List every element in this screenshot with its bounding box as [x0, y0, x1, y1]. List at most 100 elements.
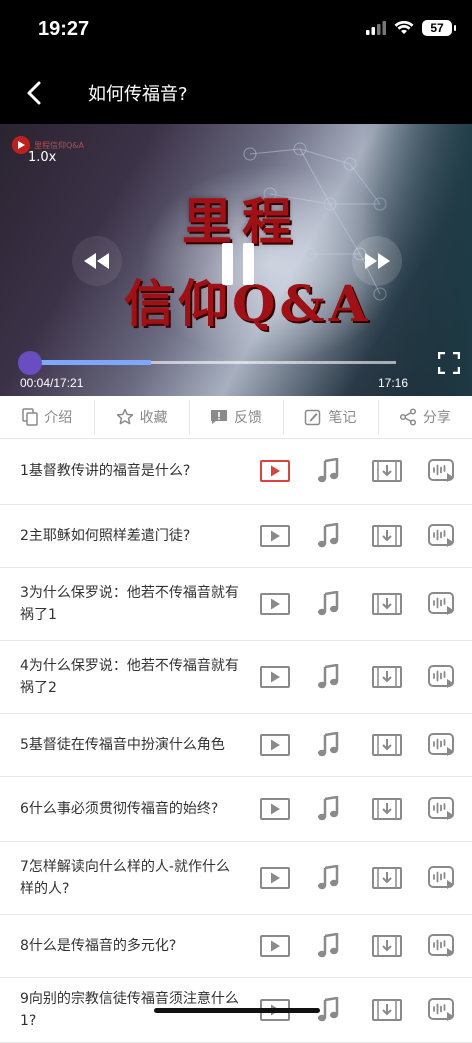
audio-player-icon[interactable]: [428, 663, 472, 691]
episode-title: 6什么事必须贯彻传福音的始终?: [20, 801, 219, 817]
audio-player-icon[interactable]: [428, 795, 472, 823]
list-item[interactable]: 1基督教传讲的福音是什么?: [0, 438, 472, 505]
episode-actions: [260, 590, 472, 618]
home-indicator: [154, 1008, 320, 1013]
list-item[interactable]: 2主耶稣如何照样差遣门徒?: [0, 505, 472, 568]
logo-text: 里程信仰Q&A: [34, 140, 85, 150]
download-icon[interactable]: [372, 932, 428, 960]
pause-button[interactable]: [208, 234, 268, 294]
audio-player-icon[interactable]: [428, 996, 472, 1024]
audio-music-icon[interactable]: [316, 864, 372, 892]
current-time: 00:04/17:21: [20, 376, 84, 390]
audio-music-icon[interactable]: [316, 996, 372, 1024]
progress-fill: [30, 360, 151, 365]
rewind-icon: [84, 253, 109, 269]
download-icon[interactable]: [372, 996, 428, 1024]
battery-icon: 57: [422, 20, 456, 36]
page-title: 如何传福音?: [88, 84, 188, 105]
audio-music-icon[interactable]: [316, 731, 372, 759]
rewind-button[interactable]: [72, 236, 122, 286]
audio-music-icon[interactable]: [316, 522, 372, 550]
list-item[interactable]: 3为什么保罗说：他若不传福音就有祸了1: [0, 568, 472, 641]
audio-player-icon[interactable]: [428, 932, 472, 960]
tab-feedback[interactable]: 反馈: [188, 396, 283, 438]
audio-music-icon[interactable]: [316, 795, 372, 823]
feedback-icon: [211, 410, 228, 424]
download-icon[interactable]: [372, 795, 428, 823]
episode-title: 8什么是传福音的多元化?: [20, 938, 177, 954]
progress-handle[interactable]: [18, 351, 42, 375]
episode-actions: [260, 522, 472, 550]
download-icon[interactable]: [372, 590, 428, 618]
episode-title: 2主耶稣如何照样差遣门徒?: [20, 528, 191, 544]
wifi-icon: [394, 21, 414, 34]
episode-actions: [260, 663, 472, 691]
video-player[interactable]: 里程信仰Q&A 1.0x 里程 信仰Q&A 00:04/17:21 17:16: [0, 124, 472, 396]
status-icons: 57: [366, 20, 456, 36]
episode-title: 4为什么保罗说：他若不传福音就有祸了2: [20, 658, 239, 696]
episode-actions: [260, 864, 472, 892]
signal-icon: [366, 21, 386, 35]
tab-share-label: 分享: [422, 410, 451, 426]
play-video-icon[interactable]: [260, 522, 316, 550]
list-item[interactable]: 6什么事必须贯彻传福音的始终?: [0, 777, 472, 842]
back-icon[interactable]: [20, 78, 50, 108]
list-item[interactable]: 7怎样解读向什么样的人-就作什么样的人?: [0, 842, 472, 915]
play-video-icon[interactable]: [260, 663, 316, 691]
star-icon: [116, 408, 133, 425]
audio-music-icon[interactable]: [316, 663, 372, 691]
play-video-icon[interactable]: [260, 731, 316, 759]
episode-actions: [260, 795, 472, 823]
note-icon: [305, 409, 321, 426]
play-video-icon[interactable]: [260, 795, 316, 823]
tab-feedback-label: 反馈: [234, 410, 263, 426]
tab-notes[interactable]: 笔记: [283, 396, 377, 438]
play-video-icon[interactable]: [260, 590, 316, 618]
audio-player-icon[interactable]: [428, 590, 472, 618]
fullscreen-icon[interactable]: [438, 352, 460, 374]
end-time: 17:16: [378, 376, 409, 390]
play-video-icon[interactable]: [260, 457, 316, 485]
download-icon[interactable]: [372, 731, 428, 759]
tab-intro[interactable]: 介绍: [0, 396, 94, 438]
copy-icon: [22, 408, 38, 426]
audio-player-icon[interactable]: [428, 864, 472, 892]
download-icon[interactable]: [372, 457, 428, 485]
pause-icon: [222, 243, 254, 285]
share-icon: [399, 408, 416, 426]
battery-level: 57: [430, 21, 444, 35]
forward-button[interactable]: [352, 236, 402, 286]
forward-icon: [365, 253, 390, 269]
download-icon[interactable]: [372, 663, 428, 691]
audio-player-icon[interactable]: [428, 522, 472, 550]
tab-favorite[interactable]: 收藏: [94, 396, 188, 438]
episode-actions: [260, 457, 472, 485]
episode-list: 1基督教传讲的福音是什么? 2主耶稣如何照样差遣门徒? 3为什么保罗说：他若不传福音…: [0, 438, 472, 1043]
download-icon[interactable]: [372, 522, 428, 550]
episode-title: 5基督徒在传福音中扮演什么角色: [20, 737, 225, 753]
audio-music-icon[interactable]: [316, 457, 372, 485]
list-item[interactable]: 8什么是传福音的多元化?: [0, 915, 472, 978]
audio-player-icon[interactable]: [428, 731, 472, 759]
tab-intro-label: 介绍: [44, 410, 73, 426]
action-tabs: 介绍 收藏 反馈 笔记 分享: [0, 396, 472, 439]
list-item[interactable]: 5基督徒在传福音中扮演什么角色: [0, 714, 472, 777]
tab-favorite-label: 收藏: [139, 410, 168, 426]
audio-music-icon[interactable]: [316, 590, 372, 618]
status-bar: 19:27 57: [0, 0, 472, 62]
download-icon[interactable]: [372, 864, 428, 892]
list-item[interactable]: 4为什么保罗说：他若不传福音就有祸了2: [0, 641, 472, 714]
play-video-icon[interactable]: [260, 932, 316, 960]
episode-title: 1基督教传讲的福音是什么?: [20, 463, 191, 479]
audio-music-icon[interactable]: [316, 932, 372, 960]
episode-title: 7怎样解读向什么样的人-就作什么样的人?: [20, 859, 230, 897]
play-video-icon[interactable]: [260, 864, 316, 892]
audio-player-icon[interactable]: [428, 457, 472, 485]
tab-share[interactable]: 分享: [377, 396, 472, 438]
episode-title: 3为什么保罗说：他若不传福音就有祸了1: [20, 585, 239, 623]
episode-actions: [260, 731, 472, 759]
episode-actions: [260, 932, 472, 960]
playback-speed[interactable]: 1.0x: [28, 150, 56, 165]
tab-notes-label: 笔记: [328, 410, 357, 426]
nav-bar: 如何传福音?: [0, 62, 472, 124]
